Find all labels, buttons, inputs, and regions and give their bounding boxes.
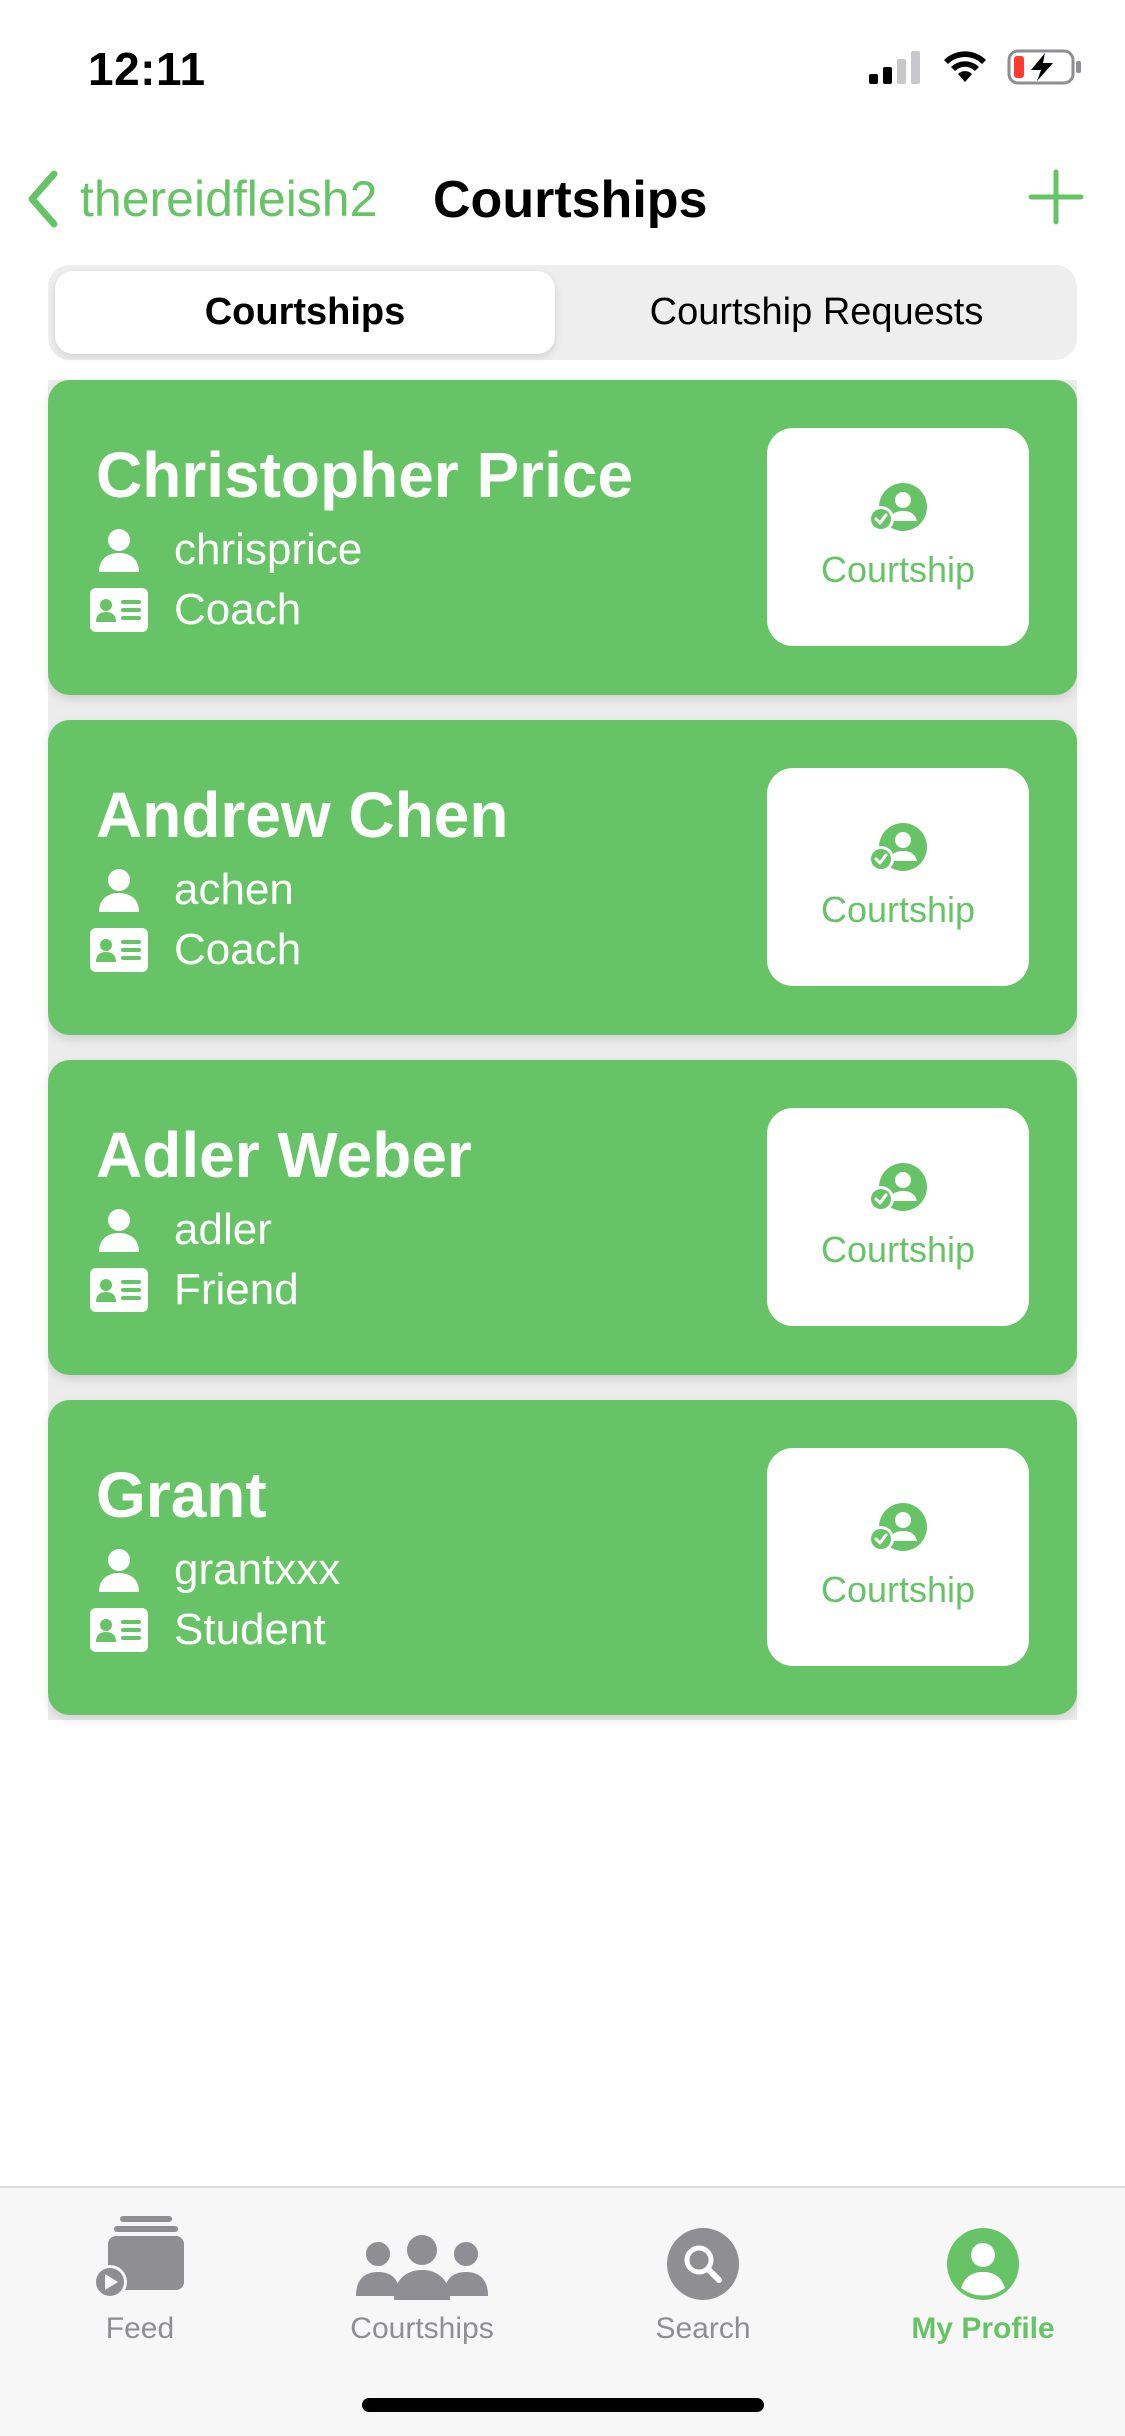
card-role-row: Student <box>90 1605 326 1655</box>
card-role-row: Friend <box>90 1265 299 1315</box>
nav-bar: thereidfleish2 Courtships <box>0 150 1125 250</box>
card-username-row: achen <box>90 865 294 915</box>
courtship-card[interactable]: Andrew Chen achen Coach Courtship <box>48 720 1077 1035</box>
status-time: 12:11 <box>88 43 206 95</box>
card-username-row: chrisprice <box>90 525 362 575</box>
person-check-icon <box>868 483 927 532</box>
courtship-button-label: Courtship <box>820 1569 976 1610</box>
tab-courtships[interactable]: Courtships <box>302 2210 542 2346</box>
id-card-icon <box>90 928 148 972</box>
person-icon <box>90 1208 148 1252</box>
card-role: Coach <box>174 585 302 634</box>
screen: 12:11 thereidfleish2 Courtships Courtshi… <box>0 0 1125 2436</box>
status-icons <box>867 48 1083 86</box>
tab-my-profile-label: My Profile <box>911 2312 1055 2345</box>
search-icon <box>667 2228 739 2300</box>
wifi-icon <box>944 51 986 82</box>
tab-feed[interactable]: Feed <box>20 2210 260 2346</box>
card-username: achen <box>174 865 294 914</box>
courtship-button[interactable]: Courtship <box>767 1448 1029 1666</box>
page-title: Courtships <box>433 171 708 229</box>
chevron-left-icon <box>28 170 58 228</box>
courtship-button-label: Courtship <box>820 1229 976 1270</box>
tab-my-profile[interactable]: My Profile <box>863 2210 1103 2346</box>
card-username: adler <box>174 1205 272 1254</box>
card-name: Grant <box>96 1459 267 1531</box>
card-name: Adler Weber <box>96 1119 472 1191</box>
courtship-button-label: Courtship <box>820 549 976 590</box>
card-role: Coach <box>174 925 302 974</box>
segment-courtship-requests[interactable]: Courtship Requests <box>563 271 1070 354</box>
card-role: Friend <box>174 1265 299 1314</box>
back-button[interactable]: thereidfleish2 <box>22 168 377 230</box>
person-check-icon <box>868 1163 927 1212</box>
status-bar: 12:11 <box>0 0 1125 140</box>
plus-icon <box>1028 169 1084 225</box>
courtship-list: Christopher Price chrisprice Coach Court… <box>48 380 1077 1720</box>
id-card-icon <box>90 1268 148 1312</box>
card-role: Student <box>174 1605 326 1654</box>
person-check-icon <box>868 823 927 872</box>
person-icon <box>90 868 148 912</box>
tab-search[interactable]: Search <box>583 2210 823 2346</box>
back-label: thereidfleish2 <box>80 171 378 227</box>
courtship-card[interactable]: Grant grantxxx Student Courtship <box>48 1400 1077 1715</box>
group-icon <box>356 2235 488 2300</box>
courtship-button[interactable]: Courtship <box>767 1108 1029 1326</box>
card-name: Andrew Chen <box>96 779 509 851</box>
person-icon <box>90 528 148 572</box>
id-card-icon <box>90 588 148 632</box>
courtship-button[interactable]: Courtship <box>767 428 1029 646</box>
feed-icon <box>93 2216 184 2299</box>
person-check-icon <box>868 1503 927 1552</box>
courtship-button-label: Courtship <box>820 889 976 930</box>
courtship-button[interactable]: Courtship <box>767 768 1029 986</box>
segmented-control: Courtships Courtship Requests <box>48 265 1077 360</box>
segment-courtships[interactable]: Courtships <box>55 271 555 354</box>
card-role-row: Coach <box>90 925 301 975</box>
tab-search-label: Search <box>655 2312 751 2345</box>
tab-courtships-label: Courtships <box>350 2312 494 2345</box>
tab-bar: Feed Courtships Search My Profile <box>0 2186 1125 2436</box>
home-indicator <box>362 2398 764 2412</box>
person-icon <box>90 1548 148 1592</box>
card-role-row: Coach <box>90 585 301 635</box>
tab-feed-label: Feed <box>105 2312 175 2345</box>
card-name: Christopher Price <box>96 439 634 511</box>
cellular-signal-icon <box>869 51 920 84</box>
courtship-card[interactable]: Christopher Price chrisprice Coach Court… <box>48 380 1077 695</box>
profile-icon <box>947 2228 1019 2300</box>
id-card-icon <box>90 1608 148 1652</box>
card-username-row: grantxxx <box>90 1545 340 1595</box>
battery-charging-icon <box>1007 49 1081 85</box>
add-courtship-button[interactable] <box>1027 168 1085 231</box>
card-username: grantxxx <box>174 1545 341 1594</box>
card-username: chrisprice <box>174 525 363 574</box>
courtship-card[interactable]: Adler Weber adler Friend Courtship <box>48 1060 1077 1375</box>
card-username-row: adler <box>90 1205 272 1255</box>
